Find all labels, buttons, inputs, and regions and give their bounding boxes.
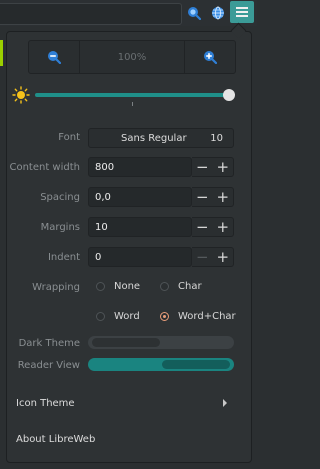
search-icon[interactable] — [185, 4, 203, 22]
margins-increase-button[interactable]: + — [213, 218, 234, 236]
zoom-out-button[interactable] — [29, 41, 79, 73]
radio-indicator — [96, 282, 105, 291]
radio-label: Word — [114, 311, 140, 322]
top-toolbar — [0, 0, 257, 26]
spacing-increase-button[interactable]: + — [213, 188, 234, 206]
content-width-decrease-button[interactable]: − — [192, 158, 213, 176]
indent-field[interactable]: 0 — [88, 247, 192, 267]
radio-label: Word+Char — [178, 311, 236, 322]
globe-icon[interactable] — [209, 4, 227, 22]
font-name: Sans Regular — [121, 133, 187, 144]
radio-label: None — [114, 281, 141, 292]
font-chooser-button[interactable]: Sans Regular 10 — [88, 128, 234, 148]
brightness-slider-tick — [132, 102, 133, 106]
font-label: Font — [58, 132, 80, 143]
dark-theme-label: Dark Theme — [18, 338, 80, 349]
switch-knob — [92, 338, 160, 347]
switch-knob — [162, 360, 230, 369]
zoom-in-icon — [204, 51, 217, 64]
radio-indicator — [96, 312, 105, 321]
margins-label: Margins — [40, 222, 80, 233]
wrap-word-char-radio[interactable]: Word+Char — [160, 311, 236, 322]
sun-icon — [12, 86, 30, 104]
content-width-increase-button[interactable]: + — [213, 158, 234, 176]
spacing-stepper: − + — [192, 187, 234, 207]
dark-theme-switch[interactable] — [88, 336, 234, 349]
radio-indicator — [160, 282, 169, 291]
spacing-field[interactable]: 0,0 — [88, 187, 192, 207]
margins-field[interactable]: 10 — [88, 217, 192, 237]
indent-increase-button[interactable]: + — [213, 248, 234, 266]
brightness-slider-track[interactable] — [35, 93, 230, 97]
content-width-label: Content width — [9, 162, 80, 173]
icon-theme-menu-item[interactable]: Icon Theme — [16, 398, 75, 409]
reader-view-switch[interactable] — [88, 358, 234, 371]
spacing-decrease-button[interactable]: − — [192, 188, 213, 206]
zoom-out-icon — [48, 51, 61, 64]
radio-label: Char — [178, 281, 202, 292]
radio-indicator-selected — [160, 312, 169, 321]
hamburger-menu-icon[interactable] — [230, 1, 254, 23]
chevron-right-icon — [223, 399, 227, 407]
zoom-in-button[interactable] — [185, 41, 235, 73]
wrap-char-radio[interactable]: Char — [160, 281, 202, 292]
wrap-word-radio[interactable]: Word — [96, 311, 140, 322]
font-size: 10 — [210, 133, 223, 144]
brightness-slider-handle[interactable] — [223, 89, 235, 101]
content-width-stepper: − + — [192, 157, 234, 177]
spacing-label: Spacing — [40, 192, 80, 203]
indent-label: Indent — [47, 252, 80, 263]
wrapping-label: Wrapping — [32, 282, 80, 293]
about-menu-item[interactable]: About LibreWeb — [16, 434, 95, 445]
zoom-level[interactable]: 100% — [79, 41, 185, 73]
indent-stepper: − + — [192, 247, 234, 267]
indent-decrease-button[interactable]: − — [192, 248, 213, 266]
margins-stepper: − + — [192, 217, 234, 237]
zoom-control: 100% — [28, 40, 236, 74]
content-width-field[interactable]: 800 — [88, 157, 192, 177]
address-bar[interactable] — [0, 3, 182, 25]
reader-view-label: Reader View — [17, 360, 80, 371]
wrap-none-radio[interactable]: None — [96, 281, 140, 292]
margins-decrease-button[interactable]: − — [192, 218, 213, 236]
